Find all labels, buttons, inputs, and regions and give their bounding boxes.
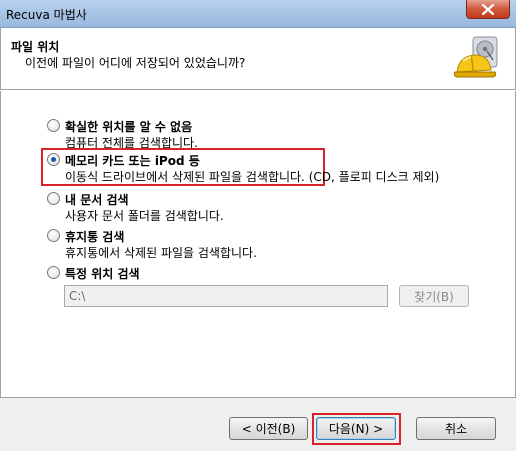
option-title: 휴지통 검색: [65, 230, 125, 244]
radio-unknown-location[interactable]: [47, 119, 60, 132]
close-icon: [482, 3, 494, 15]
option-title: 메모리 카드 또는 iPod 등: [65, 154, 200, 168]
location-path-field[interactable]: C:\: [64, 285, 388, 307]
title-bar: Recuva 마법사: [0, 0, 516, 28]
wizard-footer: < 이전(B) 다음(N) > 취소: [0, 397, 516, 451]
page-title: 파일 위치: [11, 40, 60, 54]
option-title: 특정 위치 검색: [65, 267, 140, 281]
radio-specific-location[interactable]: [47, 266, 60, 279]
radio-my-documents[interactable]: [47, 192, 60, 205]
back-button[interactable]: < 이전(B): [229, 417, 308, 440]
page-subtitle: 이전에 파일이 어디에 저장되어 있었습니까?: [25, 56, 246, 70]
option-title: 확실한 위치를 알 수 없음: [65, 120, 193, 134]
browse-button[interactable]: 찾기(B): [399, 285, 469, 307]
radio-memory-card[interactable]: [47, 153, 60, 166]
next-button[interactable]: 다음(N) >: [316, 417, 396, 440]
wizard-header: 파일 위치 이전에 파일이 어디에 저장되어 있었습니까?: [0, 28, 516, 90]
window-title: Recuva 마법사: [6, 8, 87, 22]
cancel-button[interactable]: 취소: [416, 417, 496, 440]
close-button[interactable]: [466, 0, 510, 19]
option-description: 휴지통에서 삭제된 파일을 검색합니다.: [65, 246, 257, 260]
recuva-hardhat-icon: [453, 36, 498, 78]
radio-recycle-bin[interactable]: [47, 229, 60, 242]
option-description: 사용자 문서 폴더를 검색합니다.: [65, 209, 224, 223]
option-description: 이동식 드라이브에서 삭제된 파일을 검색합니다. (CD, 플로피 디스크 제…: [65, 170, 440, 184]
option-title: 내 문서 검색: [65, 193, 129, 207]
wizard-content: 확실한 위치를 알 수 없음 컴퓨터 전체를 검색합니다. 메모리 카드 또는 …: [0, 91, 516, 397]
